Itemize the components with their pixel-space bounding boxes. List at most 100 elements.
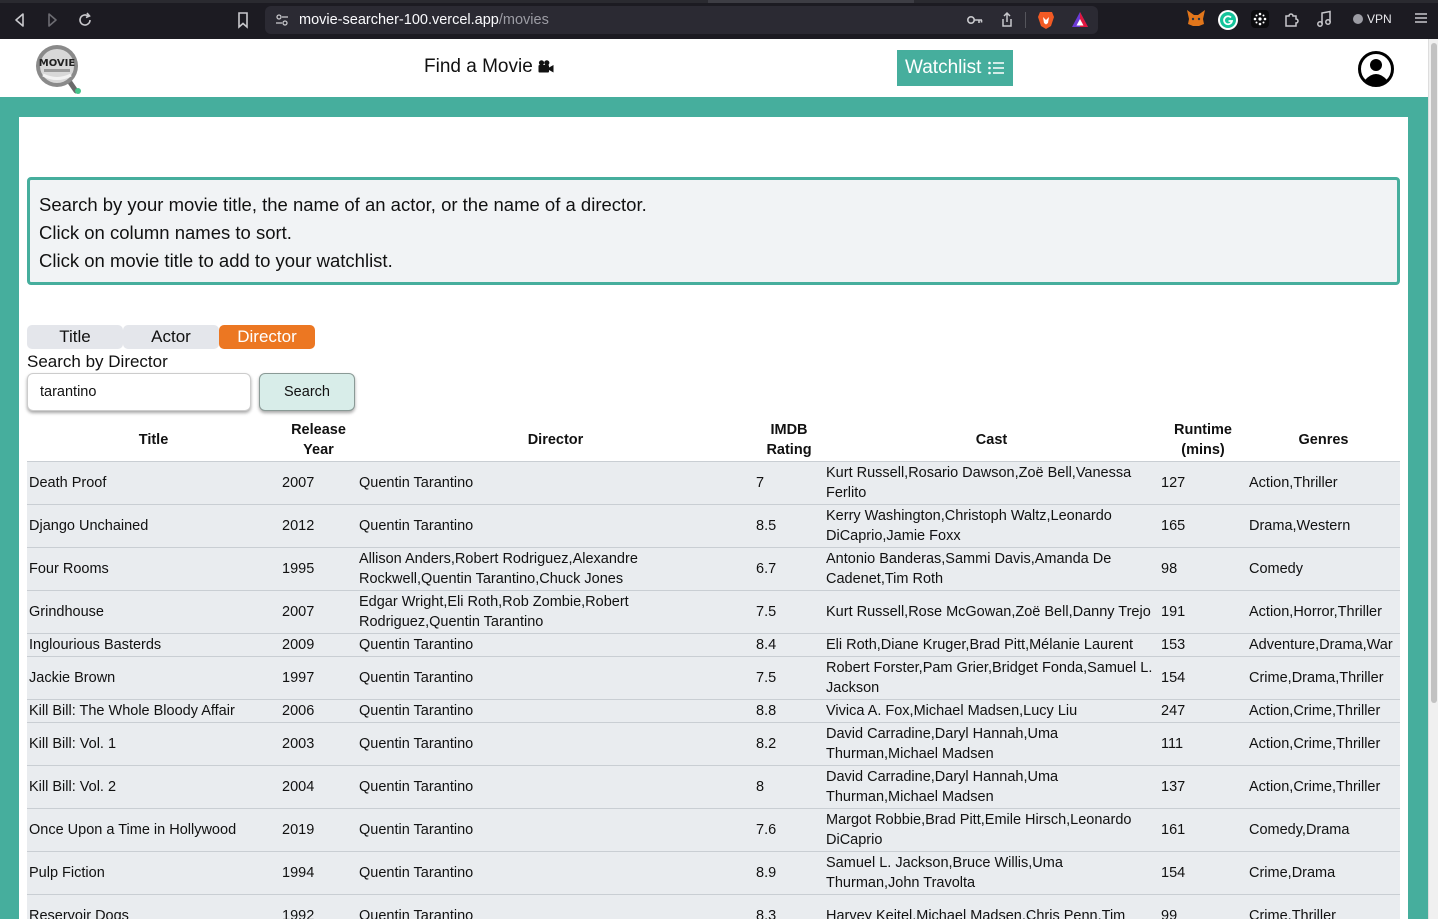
site-info-icon[interactable]	[275, 13, 289, 27]
cast-cell: Robert Forster,Pam Grier,Bridget Fonda,S…	[824, 655, 1159, 699]
genres-cell: Comedy	[1247, 546, 1400, 590]
cast-cell: Margot Robbie,Brad Pitt,Emile Hirsch,Leo…	[824, 807, 1159, 851]
movie-title-cell[interactable]: Kill Bill: The Whole Bloody Affair	[27, 698, 280, 722]
share-icon[interactable]	[997, 10, 1017, 30]
movie-title-cell[interactable]: Kill Bill: Vol. 2	[27, 764, 280, 808]
imdb-rating-cell: 8.4	[754, 632, 824, 656]
director-cell: Quentin Tarantino	[357, 850, 754, 894]
search-button[interactable]: Search	[259, 373, 355, 411]
genres-cell: Adventure,Drama,War	[1247, 632, 1400, 656]
director-cell: Quentin Tarantino	[357, 655, 754, 699]
column-header-runtime[interactable]: Runtime (mins)	[1159, 420, 1247, 461]
genres-cell: Crime,Drama	[1247, 850, 1400, 894]
cast-cell: Harvey Keitel,Michael Madsen,Chris Penn,…	[824, 893, 1159, 919]
extensions-puzzle-icon[interactable]	[1281, 9, 1303, 31]
runtime-cell: 153	[1159, 632, 1247, 656]
director-cell: Quentin Tarantino	[357, 893, 754, 919]
movie-title-cell[interactable]: Pulp Fiction	[27, 850, 280, 894]
url-text[interactable]: movie-searcher-100.vercel.app/movies	[299, 6, 549, 34]
release-year-cell: 2012	[280, 503, 357, 547]
imdb-rating-cell: 7	[754, 460, 824, 504]
cast-cell: David Carradine,Daryl Hannah,Uma Thurman…	[824, 721, 1159, 765]
key-icon[interactable]	[965, 10, 985, 30]
forward-icon[interactable]	[41, 9, 63, 31]
column-header-release-year[interactable]: Release Year	[280, 420, 357, 461]
tab-title[interactable]: Title	[27, 325, 123, 349]
tab-strip	[0, 0, 1438, 3]
column-header-genres[interactable]: Genres	[1247, 420, 1400, 461]
cast-cell: Kerry Washington,Christoph Waltz,Leonard…	[824, 503, 1159, 547]
back-icon[interactable]	[9, 9, 31, 31]
movie-title-cell[interactable]: Four Rooms	[27, 546, 280, 590]
runtime-cell: 247	[1159, 698, 1247, 722]
genres-cell: Crime,Drama,Thriller	[1247, 655, 1400, 699]
table-row: Jackie Brown 1997 Quentin Tarantino 7.5 Robe…	[27, 655, 1400, 699]
active-tab[interactable]	[708, 0, 914, 3]
reload-icon[interactable]	[74, 9, 96, 31]
address-bar[interactable]: movie-searcher-100.vercel.app/movies	[265, 6, 1098, 34]
table-row: Grindhouse 2007 Edgar Wright,Eli Roth,Rob …	[27, 589, 1400, 633]
movie-title-cell[interactable]: Jackie Brown	[27, 655, 280, 699]
movie-title-cell[interactable]: Reservoir Dogs	[27, 893, 280, 919]
bookmark-icon[interactable]	[232, 9, 254, 31]
media-music-icon[interactable]	[1313, 9, 1335, 31]
imdb-rating-cell: 7.5	[754, 655, 824, 699]
search-input[interactable]: tarantino	[27, 373, 251, 411]
list-icon	[988, 61, 1004, 75]
scrollbar-thumb[interactable]	[1431, 43, 1437, 703]
genres-cell: Action,Crime,Thriller	[1247, 764, 1400, 808]
runtime-cell: 98	[1159, 546, 1247, 590]
table-row: Django Unchained 2012 Quentin Tarantino 8.5…	[27, 503, 1400, 547]
genres-cell: Drama,Western	[1247, 503, 1400, 547]
movie-title-cell[interactable]: Once Upon a Time in Hollywood	[27, 807, 280, 851]
movie-searcher-logo[interactable]: MOVIE	[33, 42, 83, 94]
release-year-cell: 2006	[280, 698, 357, 722]
runtime-cell: 137	[1159, 764, 1247, 808]
vpn-button[interactable]: VPN	[1344, 8, 1400, 30]
director-cell: Edgar Wright,Eli Roth,Rob Zombie,Robert …	[357, 589, 754, 633]
instructions-box: Search by your movie title, the name of …	[27, 177, 1400, 285]
table-row: Kill Bill: Vol. 2 2004 Quentin Tarantino 8 D…	[27, 764, 1400, 808]
table-row: Death Proof 2007 Quentin Tarantino 7 Kurt Ru…	[27, 460, 1400, 504]
release-year-cell: 2003	[280, 721, 357, 765]
menu-icon[interactable]	[1410, 9, 1432, 31]
imdb-rating-cell: 8.5	[754, 503, 824, 547]
column-header-title[interactable]: Title	[27, 420, 280, 461]
movie-title-cell[interactable]: Kill Bill: Vol. 1	[27, 721, 280, 765]
imdb-rating-cell: 8.2	[754, 721, 824, 765]
movie-title-cell[interactable]: Grindhouse	[27, 589, 280, 633]
runtime-cell: 154	[1159, 655, 1247, 699]
column-header-cast[interactable]: Cast	[824, 420, 1159, 461]
table-row: Pulp Fiction 1994 Quentin Tarantino 8.9 Samu…	[27, 850, 1400, 894]
user-avatar-icon[interactable]	[1358, 51, 1394, 87]
tab-director[interactable]: Director	[219, 325, 315, 349]
brave-rewards-icon[interactable]	[1071, 11, 1089, 29]
runtime-cell: 127	[1159, 460, 1247, 504]
watchlist-button[interactable]: Watchlist	[897, 50, 1013, 86]
movie-title-cell[interactable]: Death Proof	[27, 460, 280, 504]
director-cell: Quentin Tarantino	[357, 807, 754, 851]
column-header-director[interactable]: Director	[357, 420, 754, 461]
release-year-cell: 2019	[280, 807, 357, 851]
extension-dots-icon[interactable]	[1249, 9, 1271, 31]
movie-title-cell[interactable]: Django Unchained	[27, 503, 280, 547]
runtime-cell: 111	[1159, 721, 1247, 765]
runtime-cell: 154	[1159, 850, 1247, 894]
director-cell: Quentin Tarantino	[357, 721, 754, 765]
brave-shields-icon[interactable]	[1037, 10, 1055, 30]
runtime-cell: 161	[1159, 807, 1247, 851]
page-scrollbar[interactable]	[1428, 39, 1438, 919]
release-year-cell: 2004	[280, 764, 357, 808]
runtime-cell: 165	[1159, 503, 1247, 547]
table-row: Kill Bill: Vol. 1 2003 Quentin Tarantino 8.…	[27, 721, 1400, 765]
column-header-imdb-rating[interactable]: IMDB Rating	[754, 420, 824, 461]
genres-cell: Comedy,Drama	[1247, 807, 1400, 851]
movie-title-cell[interactable]: Inglourious Basterds	[27, 632, 280, 656]
grammarly-icon[interactable]	[1217, 9, 1239, 31]
imdb-rating-cell: 7.6	[754, 807, 824, 851]
tab-actor[interactable]: Actor	[123, 325, 219, 349]
instruction-sort: Click on column names to sort.	[39, 222, 292, 243]
metamask-icon[interactable]	[1185, 9, 1207, 31]
director-cell: Quentin Tarantino	[357, 503, 754, 547]
find-a-movie-link[interactable]: Find a Movie	[424, 56, 554, 78]
